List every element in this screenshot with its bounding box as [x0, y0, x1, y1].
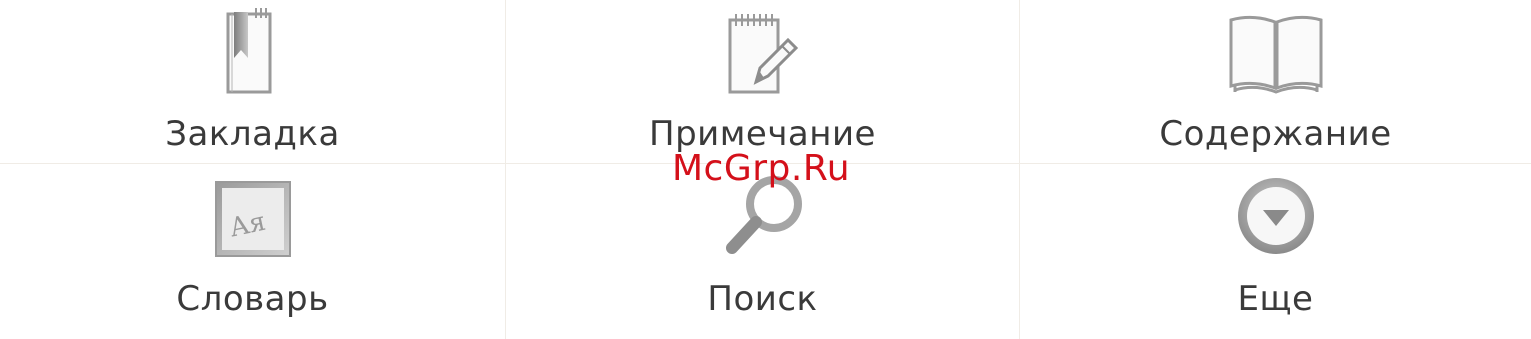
menu-item-label: Поиск — [707, 279, 818, 319]
watermark: McGrp.Ru — [672, 148, 851, 189]
reader-menu: Закладка Примечание Содержание Ая Словар… — [0, 0, 1531, 339]
menu-item-label: Закладка — [165, 114, 340, 154]
menu-item-note[interactable]: Примечание — [506, 0, 1020, 164]
menu-item-search[interactable]: Поиск — [506, 164, 1020, 339]
menu-item-more[interactable]: Еще — [1020, 164, 1531, 339]
open-book-icon — [1229, 15, 1322, 94]
menu-item-bookmark[interactable]: Закладка — [0, 0, 506, 164]
menu-item-dictionary[interactable]: Ая Словарь — [0, 164, 506, 339]
menu-item-label: Еще — [1237, 279, 1314, 319]
dictionary-icon: Ая — [214, 181, 291, 257]
menu-item-label: Словарь — [176, 279, 329, 319]
more-icon — [1237, 178, 1314, 254]
bookmark-icon — [226, 8, 271, 94]
menu-item-label: Содержание — [1159, 114, 1392, 154]
menu-item-contents[interactable]: Содержание — [1020, 0, 1531, 164]
note-edit-icon — [728, 14, 798, 94]
